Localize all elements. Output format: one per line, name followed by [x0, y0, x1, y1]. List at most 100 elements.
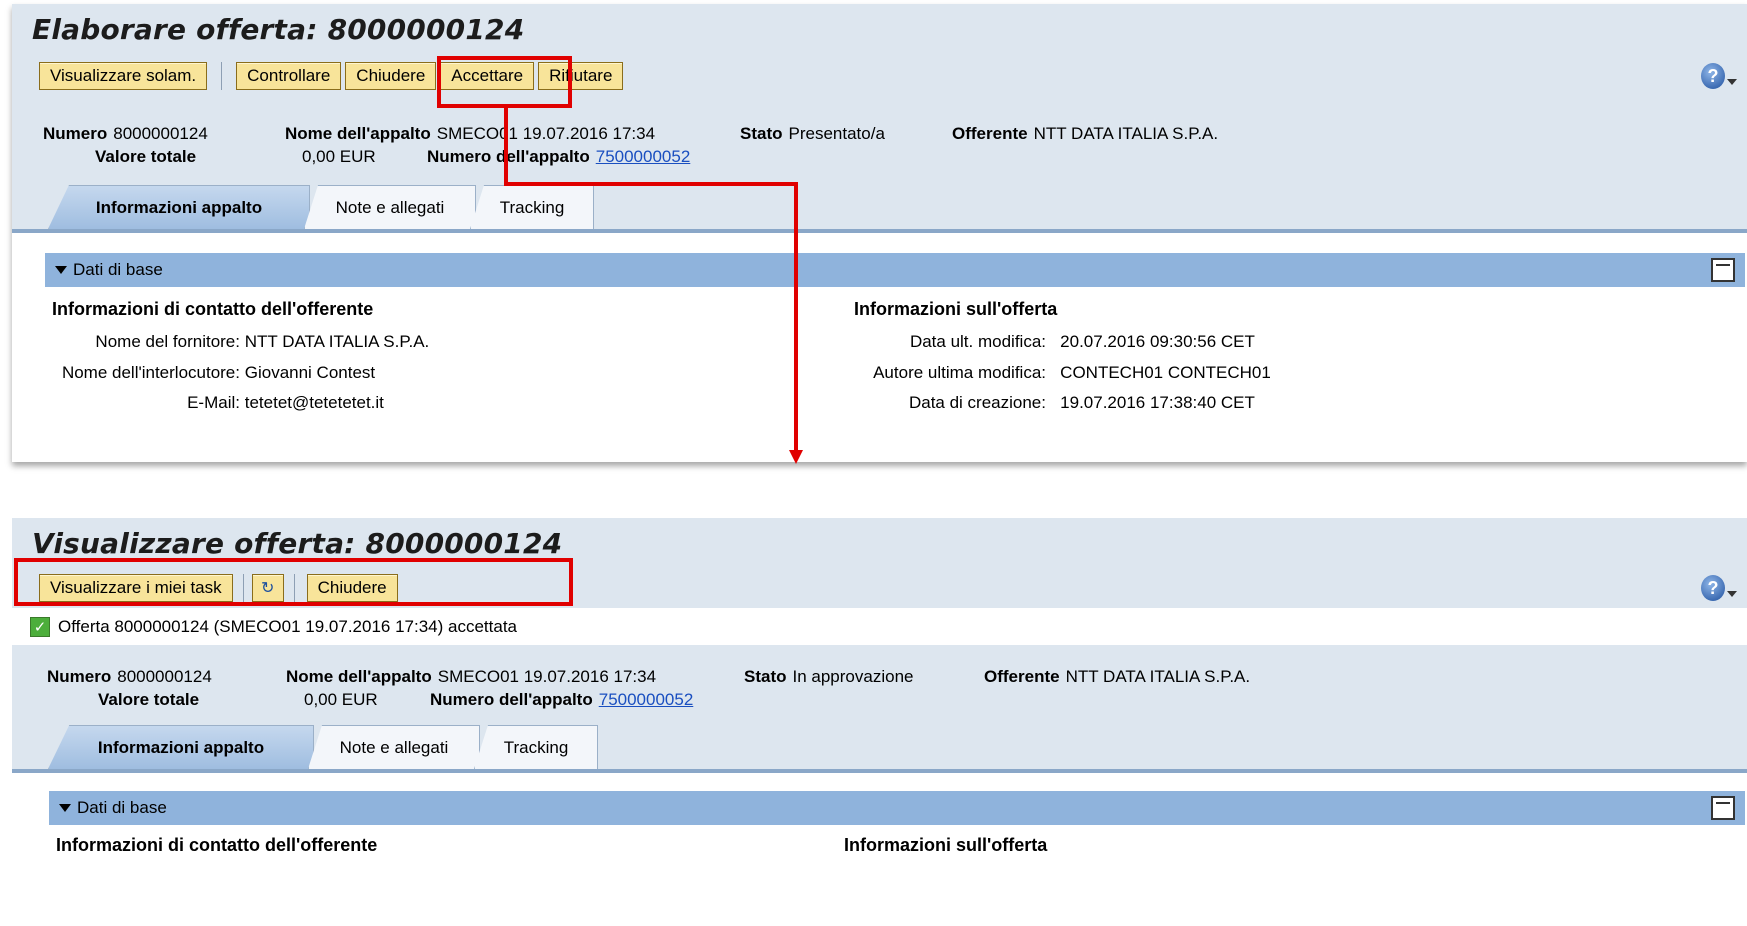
refresh-icon: ↻ [260, 580, 275, 597]
modified-row: Data ult. modifica: 20.07.2016 09:30:56 … [832, 332, 1255, 352]
help-icon: ? [1701, 575, 1725, 601]
modified-value: 20.07.2016 09:30:56 CET [1060, 332, 1255, 351]
nome-appalto-field: Nome dell'appalto SMECO01 19.07.2016 17:3… [286, 667, 656, 687]
my-tasks-button[interactable]: Visualizzare i miei task [39, 574, 233, 602]
toolbar: Visualizzare solam. Controllare Chiudere… [12, 54, 1747, 98]
arrow-down-icon [789, 450, 803, 464]
offer-group-title: Informazioni sull'offerta [854, 299, 1058, 319]
section-title: Dati di base [73, 260, 163, 279]
expand-triangle-icon [55, 266, 67, 274]
email-row: E-Mail: tetetet@tetetetet.it [52, 393, 384, 413]
view-only-button[interactable]: Visualizzare solam. [39, 62, 208, 90]
nome-appalto-value: SMECO01 19.07.2016 17:34 [437, 667, 657, 686]
tab-informazioni-appalto[interactable]: Informazioni appalto [48, 185, 310, 229]
offerente-value: NTT DATA ITALIA S.P.A. [1033, 124, 1219, 143]
tab-content: Dati di base Informazioni di contatto de… [12, 233, 1747, 427]
view-offer-window: Visualizzare offerta: 8000000124 Visuali… [12, 518, 1747, 926]
stato-value: In approvazione [792, 667, 914, 686]
supplier-row: Nome del fornitore: NTT DATA ITALIA S.P.… [52, 332, 429, 352]
numero-appalto-label: Numero dell'appalto [427, 147, 590, 166]
contact-value: Giovanni Contest [244, 363, 376, 382]
chevron-down-icon [1727, 79, 1737, 85]
accept-button[interactable]: Accettare [440, 62, 535, 90]
valore-field: Valore totale [95, 147, 202, 167]
arrow-segment [794, 182, 798, 450]
section-title: Dati di base [77, 798, 167, 817]
close-button[interactable]: Chiudere [345, 62, 437, 90]
contact-label: Nome dell'interlocutore: [61, 363, 240, 382]
page-title: Elaborare offerta: 8000000124 [32, 12, 525, 46]
created-label: Data di creazione: [908, 393, 1046, 412]
minimize-icon[interactable] [1711, 796, 1735, 820]
help-menu[interactable]: ? [1701, 574, 1737, 602]
arrow-segment [504, 182, 798, 186]
arrow-segment [504, 108, 508, 186]
created-row: Data di creazione: 19.07.2016 17:38:40 C… [832, 393, 1255, 413]
tab-informazioni-appalto[interactable]: Informazioni appalto [48, 725, 314, 769]
offer-group-title: Informazioni sull'offerta [844, 835, 1048, 855]
nome-appalto-label: Nome dell'appalto [286, 667, 432, 686]
stato-label: Stato [740, 124, 783, 143]
toolbar-separator [293, 574, 295, 602]
help-icon: ? [1701, 63, 1725, 89]
basic-data-form: Informazioni di contatto dell'offerente … [12, 825, 1747, 865]
reject-button[interactable]: Rifiutare [538, 62, 624, 90]
contact-group-title: Informazioni di contatto dell'offerente [52, 299, 374, 319]
numero-appalto-link[interactable]: 7500000052 [596, 147, 691, 166]
nome-appalto-field: Nome dell'appalto SMECO01 19.07.2016 17:3… [285, 124, 655, 144]
tab-content: Dati di base Informazioni di contatto de… [12, 773, 1747, 865]
numero-appalto-field: Numero dell'appalto 7500000052 [427, 147, 690, 167]
author-row: Autore ultima modifica: CONTECH01 CONTEC… [832, 363, 1271, 383]
title-bar: Visualizzare offerta: 8000000124 [12, 518, 1747, 568]
offerente-field: Offerente NTT DATA ITALIA S.P.A. [984, 667, 1250, 687]
toolbar-separator [242, 574, 244, 602]
expand-triangle-icon [59, 804, 71, 812]
section-header[interactable]: Dati di base [49, 791, 1745, 825]
tab-note-allegati[interactable]: Note e allegati [308, 725, 480, 769]
valore-field: Valore totale [98, 690, 205, 710]
page-title: Visualizzare offerta: 8000000124 [32, 526, 563, 560]
nome-appalto-value: SMECO01 19.07.2016 17:34 [436, 124, 656, 143]
stato-label: Stato [744, 667, 787, 686]
email-label: E-Mail: [187, 393, 240, 412]
created-value: 19.07.2016 17:38:40 CET [1060, 393, 1255, 412]
tab-tracking[interactable]: Tracking [470, 185, 594, 229]
valore-label: Valore totale [98, 690, 200, 709]
offerente-field: Offerente NTT DATA ITALIA S.P.A. [952, 124, 1218, 144]
offer-header: Numero 8000000124 Valore totale 0,00 EUR … [12, 645, 1747, 725]
message-bar: ✓ Offerta 8000000124 (SMECO01 19.07.2016… [12, 608, 1747, 645]
minimize-icon[interactable] [1711, 258, 1735, 282]
stato-field: Stato In approvazione [744, 667, 913, 687]
offerente-label: Offerente [952, 124, 1028, 143]
tab-note-allegati[interactable]: Note e allegati [304, 185, 476, 229]
author-label: Autore ultima modifica: [873, 363, 1046, 382]
numero-value: 8000000124 [117, 667, 212, 686]
toolbar-separator [221, 62, 223, 90]
numero-appalto-link[interactable]: 7500000052 [599, 690, 694, 709]
valore-value: 0,00 EUR [302, 147, 376, 166]
edit-offer-window: Elaborare offerta: 8000000124 Visualizza… [12, 4, 1747, 462]
valore-label: Valore totale [95, 147, 197, 166]
offer-header: Numero 8000000124 Valore totale 0,00 EUR … [12, 98, 1747, 181]
tab-strip: Informazioni appalto Note e allegati Tra… [12, 725, 1747, 773]
close-button[interactable]: Chiudere [306, 574, 398, 602]
tab-tracking[interactable]: Tracking [474, 725, 598, 769]
nome-appalto-label: Nome dell'appalto [285, 124, 431, 143]
tab-strip: Informazioni appalto Note e allegati Tra… [12, 181, 1747, 233]
offerente-value: NTT DATA ITALIA S.P.A. [1065, 667, 1251, 686]
valore-value: 0,00 EUR [304, 690, 378, 709]
help-menu[interactable]: ? [1701, 62, 1737, 90]
supplier-label: Nome del fornitore: [95, 332, 240, 351]
modified-label: Data ult. modifica: [909, 332, 1046, 351]
numero-field: Numero 8000000124 [47, 667, 212, 687]
numero-label: Numero [47, 667, 112, 686]
section-header[interactable]: Dati di base [45, 253, 1745, 287]
check-button[interactable]: Controllare [236, 62, 342, 90]
numero-field: Numero 8000000124 [43, 124, 208, 144]
numero-appalto-field: Numero dell'appalto 7500000052 [430, 690, 693, 710]
title-bar: Elaborare offerta: 8000000124 [12, 4, 1747, 54]
success-check-icon: ✓ [30, 616, 50, 637]
refresh-button[interactable]: ↻ [251, 574, 284, 602]
chevron-down-icon [1727, 591, 1737, 597]
email-value: tetetet@tetetetet.it [244, 393, 384, 412]
